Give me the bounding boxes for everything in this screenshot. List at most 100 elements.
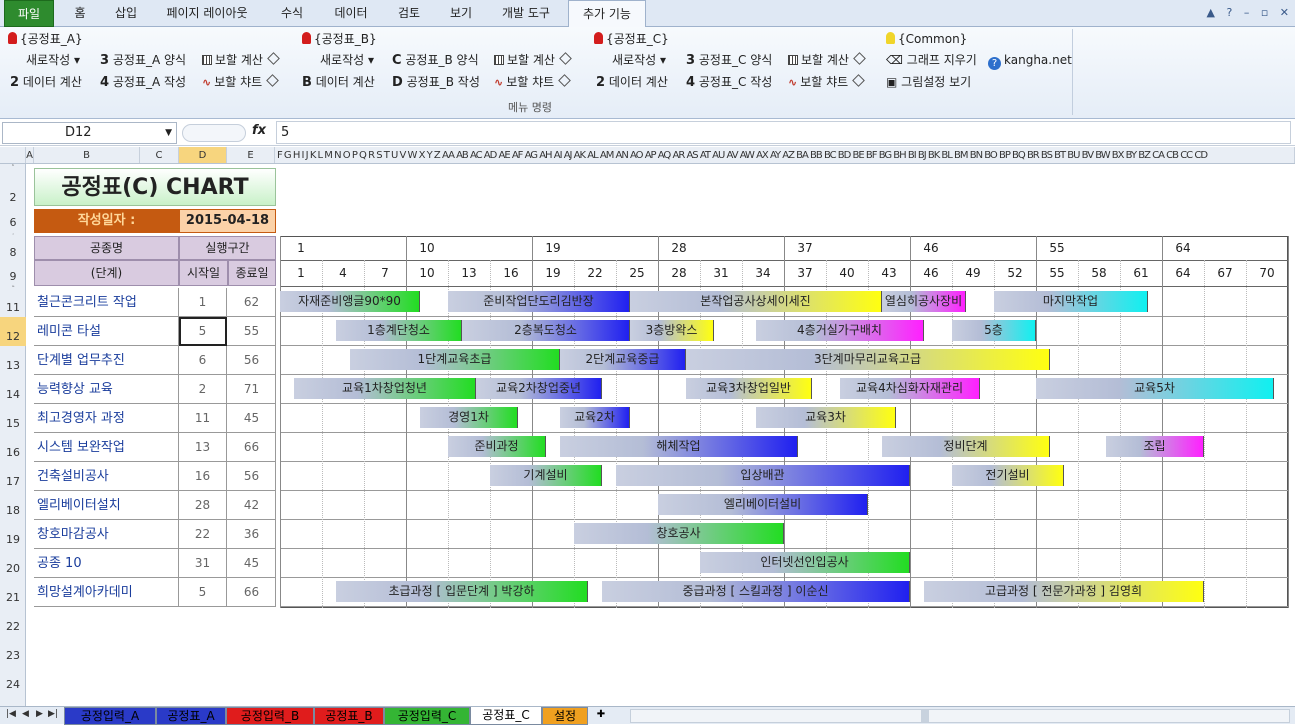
sheet-tab[interactable]: 공정표_B — [314, 707, 384, 725]
b-aux-calc-button[interactable]: 보할 계산 — [494, 51, 574, 69]
gantt-bar[interactable]: 창호공사 — [574, 523, 784, 544]
end-day-cell[interactable]: 56 — [228, 346, 276, 375]
gantt-bar[interactable]: 교육2차창업중년 — [476, 378, 602, 399]
help-icon[interactable]: ? — [1226, 6, 1232, 19]
sheet-tab[interactable]: 공정입력_C — [384, 707, 470, 725]
a-form-button[interactable]: 3 공정표_A 양식 — [100, 51, 186, 69]
tab-insert[interactable]: 삽입 — [104, 0, 148, 27]
gantt-bar[interactable]: 자재준비앵글90*90 — [280, 291, 420, 312]
start-day-cell[interactable]: 22 — [179, 520, 227, 549]
row-header[interactable]: 21 — [0, 578, 26, 607]
ribbon-minimize-icon[interactable]: ▲ — [1207, 6, 1215, 19]
first-sheet-icon[interactable]: |◀ — [6, 709, 16, 719]
gantt-bar[interactable]: 2층복도청소 — [462, 320, 630, 341]
sheet-tab[interactable]: 공정입력_B — [226, 707, 314, 725]
col-header-d[interactable]: D — [179, 147, 227, 163]
gantt-bar[interactable]: 조립 — [1106, 436, 1204, 457]
gantt-bar[interactable]: 교육5차 — [1036, 378, 1274, 399]
task-name-cell[interactable]: 희망설계아카데미 — [34, 578, 179, 607]
gantt-bar[interactable]: 엘리베이터설비 — [658, 494, 868, 515]
gantt-bar[interactable]: 해체작업 — [560, 436, 798, 457]
row-header[interactable]: 9 — [0, 260, 26, 286]
gantt-bar[interactable]: 3단계마무리교육고급 — [686, 349, 1050, 370]
row-header[interactable]: 14 — [0, 375, 26, 404]
sheet-tab[interactable]: 설정 — [542, 707, 588, 725]
start-day-cell[interactable]: 2 — [179, 375, 227, 404]
tab-view[interactable]: 보기 — [438, 0, 484, 27]
gantt-bar[interactable]: 4층거실가구배치 — [756, 320, 924, 341]
tab-review[interactable]: 검토 — [386, 0, 432, 27]
chevron-down-icon[interactable]: ▼ — [165, 123, 172, 143]
end-day-cell[interactable]: 71 — [228, 375, 276, 404]
c-new-create-button[interactable]: 새로작성 ▾ — [612, 51, 666, 69]
end-day-cell[interactable]: 45 — [228, 404, 276, 433]
formula-divider[interactable] — [182, 124, 246, 142]
gantt-bar[interactable]: 마지막작업 — [994, 291, 1148, 312]
gantt-bar[interactable]: 1단계교육초급 — [350, 349, 560, 370]
b-create-button[interactable]: D 공정표_B 작성 — [392, 73, 480, 91]
b-aux-chart-button[interactable]: ∿ 보할 챠트 — [494, 73, 573, 91]
a-data-calc-button[interactable]: 2 데이터 계산 — [10, 73, 82, 91]
gantt-bar[interactable]: 전기설비 — [952, 465, 1064, 486]
start-day-cell[interactable]: 1 — [179, 288, 227, 317]
row-header[interactable]: 15 — [0, 404, 26, 433]
c-create-button[interactable]: 4 공정표_C 작성 — [686, 73, 772, 91]
diamond-icon[interactable] — [267, 52, 280, 65]
add-sheet-icon[interactable]: ✚ — [592, 707, 610, 725]
task-name-cell[interactable]: 레미콘 타설 — [34, 317, 179, 346]
gantt-bar[interactable]: 중급과정 [ 스킬과정 ] 이순신 — [602, 581, 910, 602]
gantt-bar[interactable]: 교육3차 — [756, 407, 896, 428]
col-header-b[interactable]: B — [34, 147, 140, 163]
end-day-cell[interactable]: 66 — [228, 578, 276, 607]
row-header[interactable]: 20 — [0, 549, 26, 578]
task-name-cell[interactable]: 철근콘크리트 작업 — [34, 288, 179, 317]
start-day-cell[interactable]: 11 — [179, 404, 227, 433]
gantt-bar[interactable]: 입상배관 — [616, 465, 910, 486]
b-form-button[interactable]: C 공정표_B 양식 — [392, 51, 479, 69]
start-day-cell[interactable]: 6 — [179, 346, 227, 375]
start-day-cell[interactable]: 28 — [179, 491, 227, 520]
col-header-e[interactable]: E — [227, 147, 275, 163]
diamond-icon[interactable] — [852, 74, 866, 87]
tab-developer[interactable]: 개발 도구 — [490, 0, 562, 27]
start-day-cell[interactable]: 5 — [179, 317, 227, 346]
a-aux-chart-button[interactable]: ∿ 보할 챠트 — [202, 73, 281, 91]
sheet-tab[interactable]: 공정표_C — [470, 707, 542, 725]
gantt-bar[interactable]: 3층방왁스 — [630, 320, 714, 341]
task-name-cell[interactable]: 건축설비공사 — [34, 462, 179, 491]
row-header[interactable]: 13 — [0, 346, 26, 375]
diamond-icon[interactable] — [559, 52, 572, 65]
gantt-bar[interactable]: 교육4차심화자재관리 — [840, 378, 980, 399]
row-header[interactable]: 19 — [0, 520, 26, 549]
end-day-cell[interactable]: 66 — [228, 433, 276, 462]
a-new-create-button[interactable]: 새로작성 ▾ — [26, 51, 80, 69]
task-name-cell[interactable]: 능력향상 교육 — [34, 375, 179, 404]
task-name-cell[interactable]: 시스템 보완작업 — [34, 433, 179, 462]
horizontal-scrollbar[interactable] — [630, 709, 1290, 723]
name-box[interactable]: D12 ▼ — [2, 122, 177, 144]
tab-addins[interactable]: 추가 기능 — [568, 0, 646, 28]
view-settings-button[interactable]: ▣ 그림설정 보기 — [886, 73, 971, 91]
gantt-bar[interactable]: 본작업공사상세이세진 — [630, 291, 882, 312]
end-day-cell[interactable]: 36 — [228, 520, 276, 549]
b-new-create-button[interactable]: 새로작성 ▾ — [320, 51, 374, 69]
kangha-link[interactable]: ? kangha.net — [988, 51, 1072, 70]
tab-page-layout[interactable]: 페이지 레이아웃 — [152, 0, 262, 27]
a-aux-calc-button[interactable]: 보할 계산 — [202, 51, 282, 69]
gantt-bar[interactable]: 교육1차창업청년 — [294, 378, 476, 399]
row-header[interactable]: 16 — [0, 433, 26, 462]
row-header[interactable]: 2 — [0, 167, 26, 207]
formula-input[interactable]: 5 — [276, 121, 1291, 144]
prev-sheet-icon[interactable]: ◀ — [22, 709, 29, 719]
row-header[interactable]: 11 — [0, 288, 26, 317]
a-create-button[interactable]: 4 공정표_A 작성 — [100, 73, 186, 91]
gantt-bar[interactable]: 교육3차창업일반 — [686, 378, 812, 399]
gantt-bar[interactable]: 준비작업단도리김반장 — [448, 291, 630, 312]
scroll-thumb[interactable] — [921, 710, 929, 722]
end-day-cell[interactable]: 42 — [228, 491, 276, 520]
gantt-bar[interactable]: 인터넷선인입공사 — [700, 552, 910, 573]
gantt-bar[interactable]: 2단계교육중급 — [560, 349, 686, 370]
window-minimize-icon[interactable]: – — [1244, 6, 1250, 19]
c-aux-calc-button[interactable]: 보할 계산 — [788, 51, 868, 69]
window-close-icon[interactable]: ✕ — [1280, 6, 1289, 19]
